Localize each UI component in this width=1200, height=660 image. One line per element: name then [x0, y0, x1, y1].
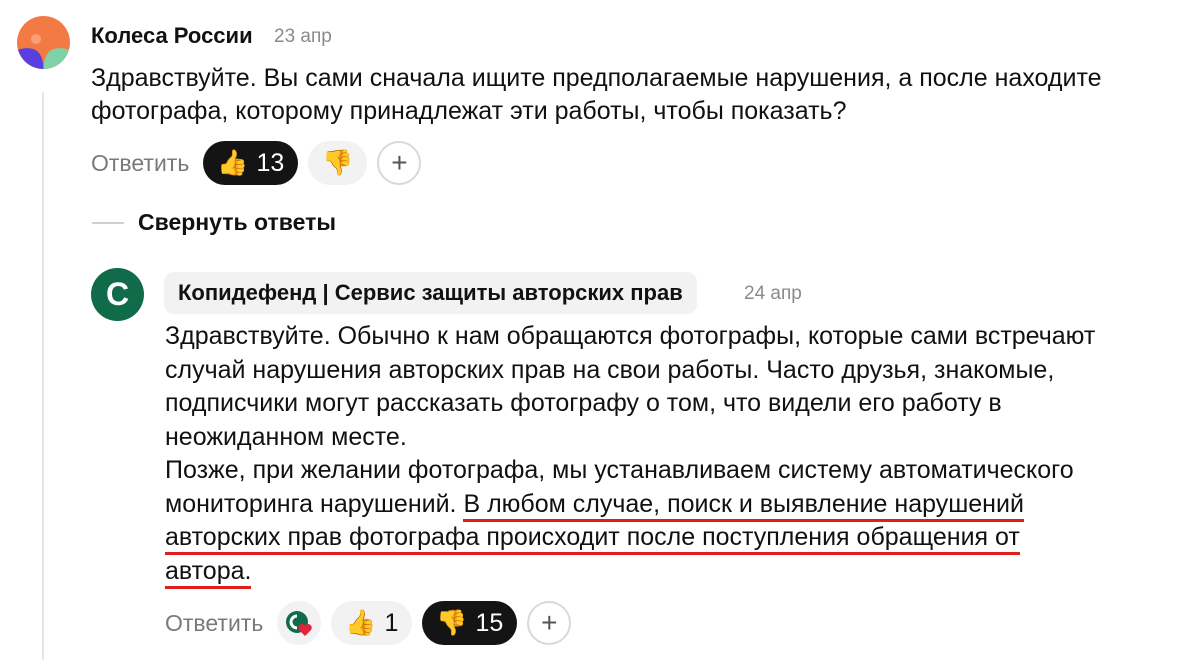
comment-text-line: Здравствуйте. Вы сами сначала ищите пред… [91, 64, 1102, 92]
text-plain: Позже, при желании фотографа, мы устанав… [165, 456, 1074, 484]
like-reaction-button[interactable]: 👍 1 [331, 601, 413, 645]
text-plain: неожиданном месте. [165, 422, 407, 451]
avatar[interactable]: C [91, 268, 144, 321]
dislike-count: 15 [475, 608, 504, 637]
dislike-reaction-button[interactable]: 👎 [308, 141, 368, 185]
underlined-text: авторских прав фотографа происходит посл… [165, 523, 1020, 555]
like-count: 1 [384, 608, 399, 637]
reply-button[interactable]: Ответить [165, 610, 263, 637]
dislike-reaction-button[interactable]: 👎 15 [422, 601, 518, 645]
text-plain: мониторинга нарушений. [165, 489, 464, 518]
thumbs-down-icon: 👎 [322, 148, 354, 177]
thumbs-up-icon: 👍 [345, 608, 377, 637]
comment-text-line: неожиданном месте. [165, 421, 1175, 455]
add-reaction-button[interactable]: + [527, 601, 572, 645]
like-count: 13 [256, 148, 285, 177]
comment-date: 24 апр [744, 283, 802, 304]
comment-text-line: фотографа, которому принадлежат эти рабо… [91, 97, 847, 125]
text-plain: случай нарушения авторских прав на свои … [165, 355, 1055, 384]
author-liked-reaction[interactable] [277, 601, 322, 645]
comment-text-line: мониторинга нарушений. В любом случае, п… [165, 488, 1175, 522]
comment-text-line: авторских прав фотографа происходит посл… [165, 521, 1175, 555]
comment-author[interactable]: Копидефенд | Сервис защиты авторских пра… [164, 272, 697, 314]
comment-text: Здравствуйте. Вы сами сначала ищите пред… [91, 62, 1181, 128]
comment-text-line: Здравствуйте. Обычно к нам обращаются фо… [165, 320, 1175, 354]
plus-icon: + [391, 147, 408, 178]
text-plain: Здравствуйте. Обычно к нам обращаются фо… [165, 322, 1096, 350]
text-plain: подписчики могут рассказать фотографу о … [165, 389, 1002, 417]
comment-text-line: подписчики могут рассказать фотографу о … [165, 387, 1175, 421]
thread-line [42, 92, 44, 660]
plus-icon: + [541, 607, 558, 638]
avatar[interactable] [17, 16, 70, 69]
underlined-text: автора. [165, 556, 252, 589]
comment-date: 23 апр [274, 26, 332, 47]
collapse-divider [92, 222, 124, 224]
comment-actions: Ответить 👍 1 👎 15 + [165, 600, 572, 646]
like-reaction-button[interactable]: 👍 13 [203, 141, 299, 185]
add-reaction-button[interactable]: + [377, 141, 422, 185]
comment-author[interactable]: Колеса России [91, 23, 253, 49]
comment-text-line: случай нарушения авторских прав на свои … [165, 354, 1175, 388]
comment-author-name: Копидефенд | Сервис защиты авторских пра… [178, 280, 683, 305]
avatar-letter: C [106, 276, 129, 312]
comment-actions: Ответить 👍 13 👎 + [91, 140, 422, 186]
collapse-replies-button[interactable]: Свернуть ответы [138, 209, 336, 236]
comment-text-line: Позже, при желании фотографа, мы устанав… [165, 454, 1175, 488]
thumbs-down-icon: 👎 [436, 608, 468, 637]
reply-button[interactable]: Ответить [91, 150, 189, 177]
underlined-text: В любом случае, поиск и выявление наруше… [463, 489, 1024, 522]
comment-text: Здравствуйте. Обычно к нам обращаются фо… [165, 320, 1175, 589]
author-heart-icon [286, 611, 313, 636]
thumbs-up-icon: 👍 [217, 148, 249, 177]
comment-text-line: автора. [165, 555, 1175, 589]
